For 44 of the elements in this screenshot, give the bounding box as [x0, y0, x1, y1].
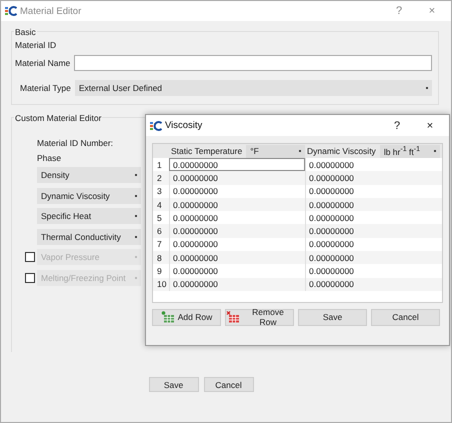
- dialog-button[interactable]: Cancel: [371, 308, 440, 326]
- row-number: 8: [156, 252, 163, 263]
- row-number: 10: [156, 279, 168, 290]
- column-header: Dynamic Viscosity: [307, 146, 376, 156]
- dialog-button[interactable]: Save: [148, 377, 198, 392]
- field-label: Phase: [37, 152, 62, 162]
- dialog-title: Viscosity: [165, 120, 202, 131]
- property-dropdown[interactable]: Dynamic Viscosity: [37, 188, 141, 204]
- unit-dropdown[interactable]: lb hr$^{-1}$ ft$^{-1}$: [380, 144, 440, 158]
- app-icon: [5, 6, 17, 16]
- app-icon: [150, 120, 162, 130]
- remove-table-icon: [226, 311, 240, 324]
- property-dropdown[interactable]: Thermal Conductivity: [37, 228, 141, 244]
- row-number: 7: [156, 239, 163, 250]
- material-type-dropdown[interactable]: External User Defined: [74, 80, 432, 96]
- row-number: 3: [156, 186, 163, 196]
- field-label: Material Type: [20, 83, 71, 93]
- row-number: 2: [156, 172, 163, 183]
- close-button[interactable]: ×: [417, 5, 447, 17]
- add-row-button[interactable]: Add Row: [152, 308, 221, 326]
- field-label: Material ID: [15, 40, 58, 50]
- dialog-button[interactable]: Cancel: [204, 377, 254, 392]
- row-number: 1: [156, 160, 163, 170]
- help-button[interactable]: ?: [382, 120, 412, 132]
- close-button[interactable]: ×: [415, 120, 445, 132]
- row-number: 4: [156, 200, 163, 210]
- unit-dropdown[interactable]: °F: [246, 144, 305, 158]
- property-dropdown[interactable]: Density: [37, 167, 141, 183]
- add-table-icon: [160, 311, 175, 324]
- row-number: 9: [156, 266, 163, 276]
- property-dropdown[interactable]: Specific Heat: [37, 208, 141, 224]
- remove-row-button[interactable]: Remove Row: [225, 308, 294, 326]
- field-label: Material Name: [15, 58, 70, 68]
- table-cell[interactable]: 0.00000000: [169, 158, 305, 172]
- dialog-button[interactable]: Save: [298, 308, 367, 326]
- field-label: Material ID Number:: [37, 138, 114, 148]
- row-number: 6: [156, 226, 163, 236]
- row-number: 5: [156, 212, 163, 223]
- group-title: Custom Material Editor: [14, 113, 102, 123]
- help-button[interactable]: ?: [384, 5, 414, 17]
- column-header: Static Temperature: [171, 146, 242, 156]
- material-name-field[interactable]: [74, 55, 432, 71]
- window-title: Material Editor: [20, 6, 82, 16]
- group-title: Basic: [14, 27, 37, 37]
